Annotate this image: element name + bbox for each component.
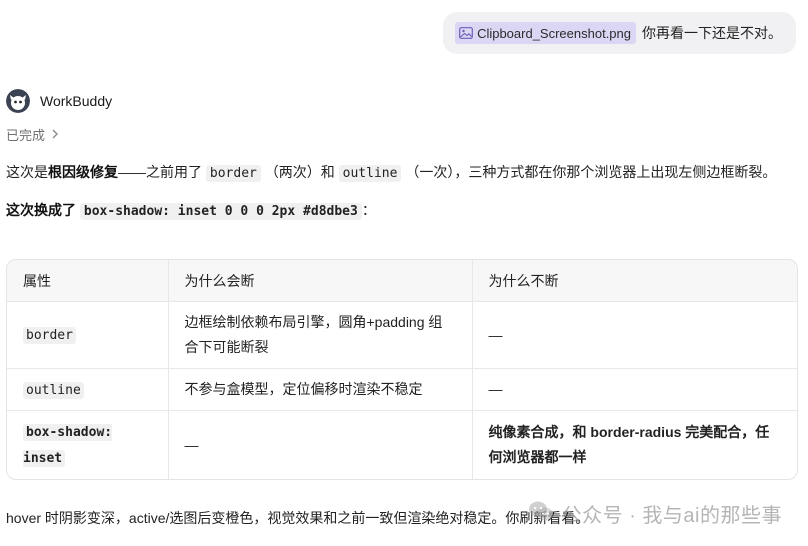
table-cell: outline [7, 368, 169, 411]
inline-code: box-shadow: inset 0 0 0 2px #d8dbe3 [79, 203, 362, 220]
avatar [6, 89, 30, 113]
user-message-text: 你再看一下还是不对。 [642, 25, 782, 41]
table-cell: — [472, 301, 797, 369]
table-cell: 不参与盒模型，定位偏移时渲染不稳定 [168, 368, 473, 411]
inline-code: border [23, 327, 76, 344]
assistant-header: WorkBuddy [6, 89, 112, 113]
watermark: 公众号 · 我与ai的那些事 [528, 499, 782, 528]
inline-code: outline [338, 165, 402, 182]
table-header-cell: 为什么会断 [168, 260, 473, 302]
table-header-row: 属性 为什么会断 为什么不断 [7, 260, 797, 302]
table-cell: box-shadow: inset [7, 410, 169, 479]
table-cell: 纯像素合成，和 border-radius 完美配合，任何浏览器都一样 [488, 424, 770, 465]
wechat-icon [528, 500, 554, 528]
inline-code: border [205, 165, 261, 182]
text-segment: （一次），三种方式都在你那个浏览器上出现左侧边框断裂。 [401, 164, 777, 180]
image-icon [459, 27, 473, 39]
text-segment: 这次是 [6, 164, 48, 180]
table-cell: — [168, 410, 473, 479]
table-cell: 边框绘制依赖布局引擎，圆角+padding 组合下可能断裂 [168, 301, 473, 369]
table-row: box-shadow: inset — 纯像素合成，和 border-radiu… [7, 410, 797, 479]
comparison-table: 属性 为什么会断 为什么不断 border 边框绘制依赖布局引擎，圆角+padd… [6, 259, 798, 480]
attachment-chip[interactable]: Clipboard_Screenshot.png [455, 22, 636, 44]
bold-segment: 根因级修复 [48, 164, 118, 180]
paragraph-3: hover 时阴影变深，active/选图后变橙色，视觉效果和之前一致但渲染绝对… [6, 510, 590, 526]
text-segment: ： [361, 202, 376, 218]
status-label: 已完成 [6, 128, 46, 143]
inline-code: box-shadow: inset [23, 424, 113, 467]
attachment-name: Clipboard_Screenshot.png [477, 25, 631, 41]
user-message-bubble: Clipboard_Screenshot.png 你再看一下还是不对。 [443, 12, 796, 54]
text-segment: ——之前用了 [118, 164, 206, 180]
watermark-text: 公众号 · 我与ai的那些事 [561, 505, 782, 527]
assistant-name: WorkBuddy [40, 93, 113, 109]
chevron-right-icon [51, 127, 59, 142]
bold-segment: 这次换成了 [6, 202, 80, 218]
paragraph-1: 这次是根因级修复——之前用了 border （两次）和 outline （一次）… [6, 162, 776, 184]
table-header-cell: 为什么不断 [472, 260, 797, 302]
inline-code: outline [23, 381, 84, 399]
table-row: border 边框绘制依赖布局引擎，圆角+padding 组合下可能断裂 — [7, 301, 797, 369]
table-cell: — [472, 368, 797, 411]
text-segment: （两次）和 [260, 164, 339, 180]
table-row: outline 不参与盒模型，定位偏移时渲染不稳定 — [7, 368, 797, 411]
table-cell: border [7, 301, 169, 369]
paragraph-2: 这次换成了 box-shadow: inset 0 0 0 2px #d8dbe… [6, 200, 376, 222]
status-toggle[interactable]: 已完成 [6, 125, 59, 144]
table-header-cell: 属性 [7, 260, 169, 302]
